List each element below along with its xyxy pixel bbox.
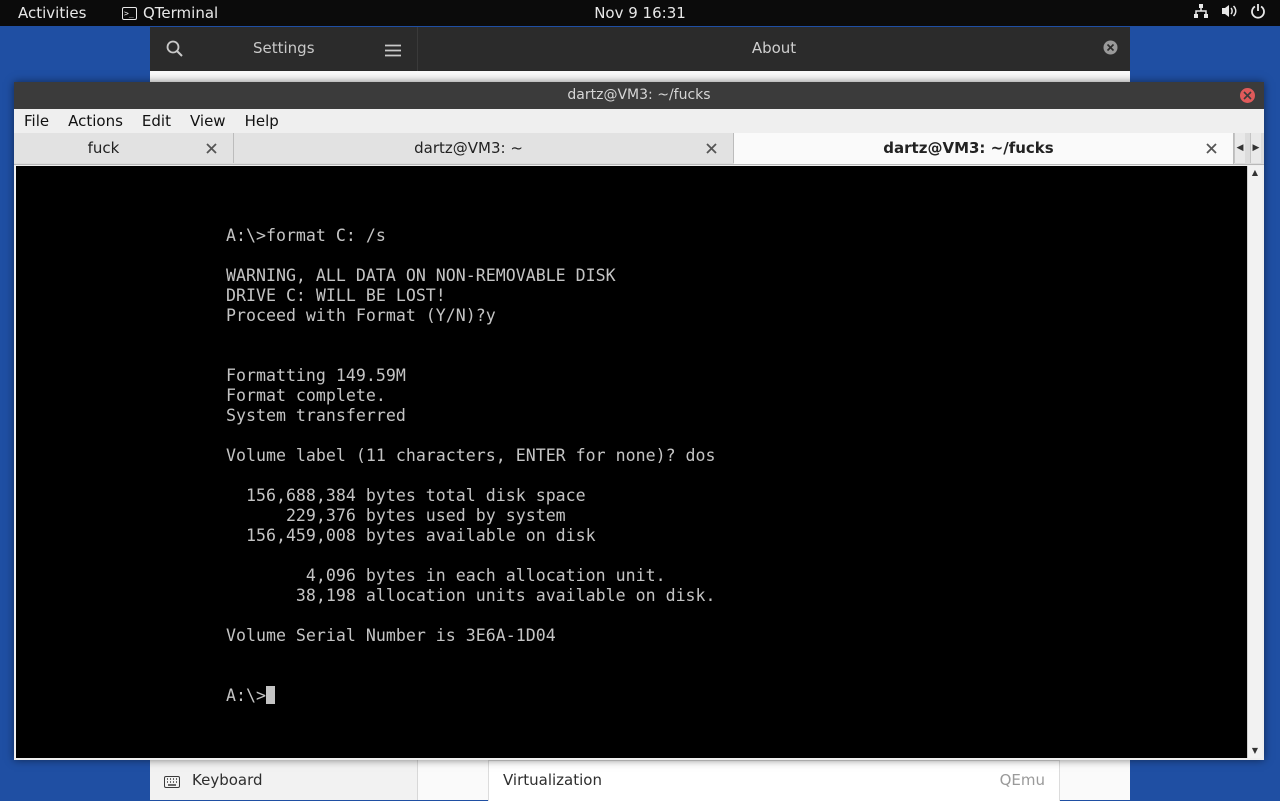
terminal-text: A:\>format C: /s WARNING, ALL DATA ON NO… (226, 226, 716, 706)
tab-scroll-right-icon[interactable]: ▶ (1250, 133, 1261, 163)
app-menu[interactable]: >_ QTerminal (122, 4, 218, 22)
virtualization-row: Virtualization QEmu (488, 760, 1060, 801)
prompt: A:\> (226, 686, 266, 705)
app-name: QTerminal (143, 4, 219, 22)
sidebar-item-keyboard[interactable]: Keyboard (150, 760, 418, 800)
scroll-up-icon[interactable]: ▲ (1248, 166, 1262, 180)
tab-close-icon[interactable] (706, 140, 717, 158)
window-titlebar[interactable]: dartz@VM3: ~/fucks (14, 82, 1264, 109)
terminal-lines: A:\>format C: /s WARNING, ALL DATA ON NO… (226, 226, 716, 645)
keyboard-icon (164, 773, 180, 792)
menu-bar: File Actions Edit View Help (14, 109, 1264, 133)
tab-label: dartz@VM3: ~ (414, 139, 523, 157)
tab-label: fuck (87, 139, 120, 157)
top-bar: Activities >_ QTerminal Nov 9 16:31 (0, 0, 1280, 26)
system-tray[interactable] (1193, 3, 1266, 19)
network-icon[interactable] (1193, 3, 1209, 19)
panel-title: About (751, 39, 797, 57)
terminal-icon: >_ (122, 6, 137, 20)
volume-icon[interactable] (1221, 3, 1238, 19)
search-icon[interactable] (166, 40, 183, 61)
row-value: QEmu (999, 771, 1045, 789)
window-close-icon[interactable] (1240, 88, 1255, 103)
vertical-scrollbar[interactable]: ▲ ▼ (1247, 166, 1262, 758)
close-icon[interactable] (1103, 40, 1118, 59)
settings-sidebar-header: Settings (150, 27, 418, 71)
sidebar-item-label: Keyboard (192, 771, 263, 789)
tab-fuck[interactable]: fuck (14, 133, 234, 163)
window-title: dartz@VM3: ~/fucks (567, 87, 711, 103)
menu-file[interactable]: File (14, 109, 58, 133)
tab-home[interactable]: dartz@VM3: ~ (234, 133, 734, 163)
activities-button[interactable]: Activities (18, 4, 86, 22)
menu-view[interactable]: View (180, 109, 235, 133)
terminal-output[interactable]: A:\>format C: /s WARNING, ALL DATA ON NO… (16, 166, 1248, 758)
tab-fucks[interactable]: dartz@VM3: ~/fucks (734, 133, 1234, 164)
power-icon[interactable] (1250, 3, 1266, 19)
tab-close-icon[interactable] (206, 140, 217, 158)
tab-bar: fuck dartz@VM3: ~ dartz@VM3: ~/fucks ◀ ▶ (14, 133, 1264, 165)
settings-header: Settings About (150, 27, 1130, 71)
tab-scroll-left-icon[interactable]: ◀ (1234, 133, 1245, 163)
text-cursor (265, 686, 275, 704)
terminal-window: dartz@VM3: ~/fucks File Actions Edit Vie… (14, 82, 1264, 760)
scroll-down-icon[interactable]: ▼ (1248, 744, 1262, 758)
menu-edit[interactable]: Edit (132, 109, 180, 133)
hamburger-menu-icon[interactable] (385, 42, 401, 61)
settings-title: Settings (253, 39, 315, 57)
tab-label: dartz@VM3: ~/fucks (883, 139, 1054, 157)
menu-actions[interactable]: Actions (58, 109, 132, 133)
menu-help[interactable]: Help (235, 109, 288, 133)
tab-close-icon[interactable] (1206, 140, 1217, 158)
row-label: Virtualization (503, 771, 602, 789)
